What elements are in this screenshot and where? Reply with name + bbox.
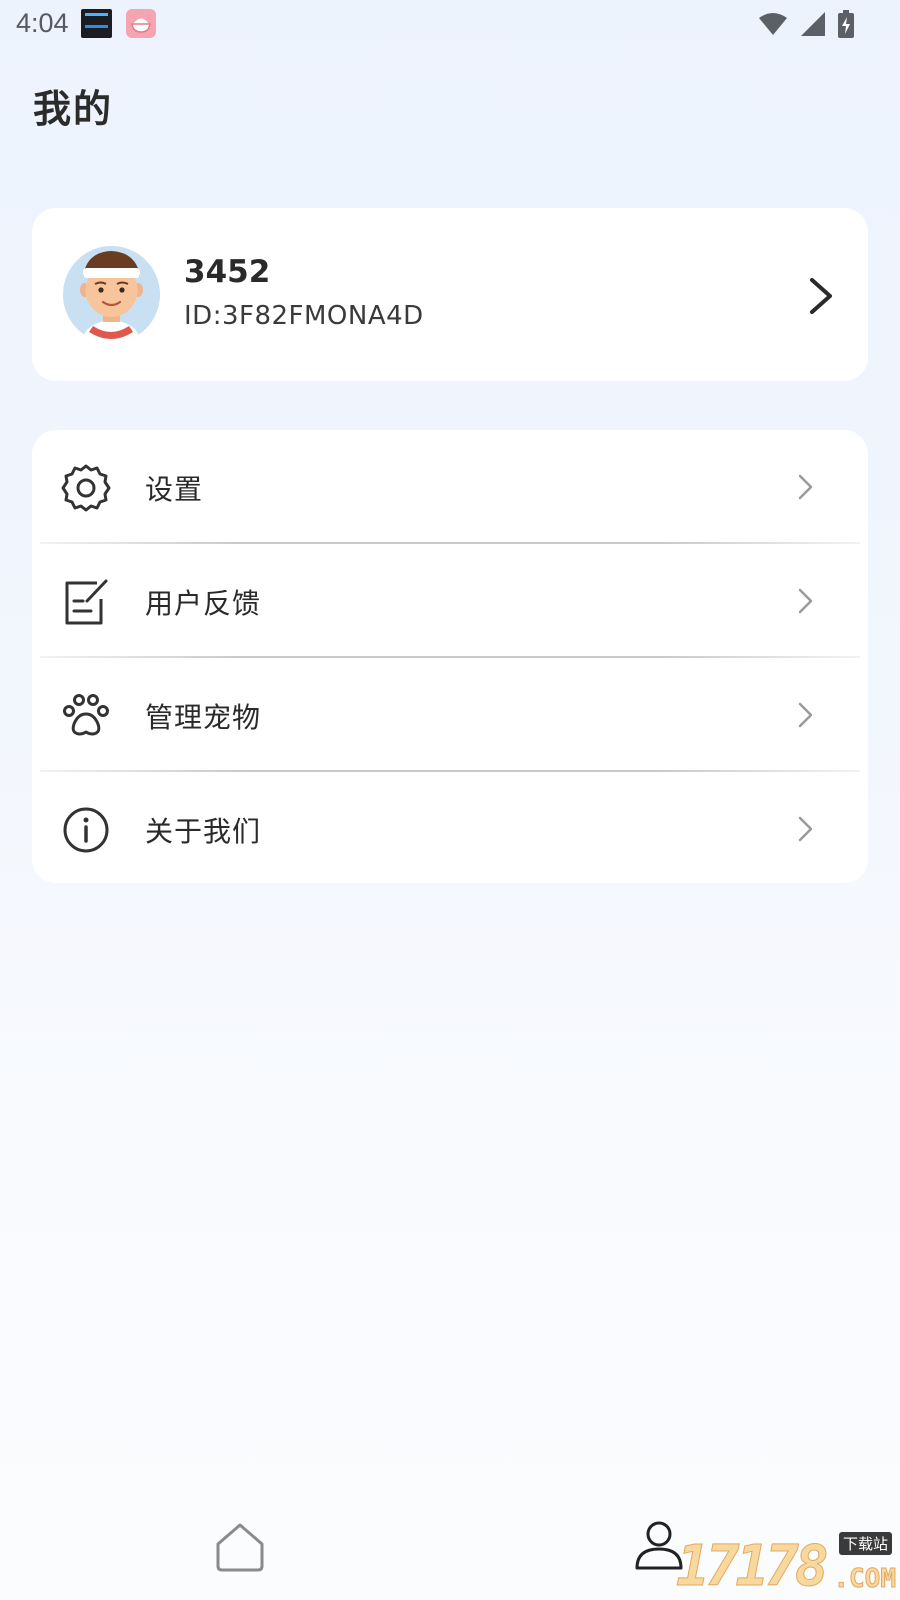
menu-item-label: 设置: [145, 473, 204, 506]
status-time: 4:04: [16, 8, 69, 38]
menu-item-feedback[interactable]: 用户反馈: [32, 544, 868, 657]
menu-card: 设置 用户反馈 管理宠物 关于我们: [32, 430, 868, 883]
watermark-badge: 下载站: [838, 1532, 892, 1555]
paw-icon: [63, 694, 109, 736]
watermark-text: 17178: [676, 1534, 830, 1600]
status-bar: 4:04: [0, 0, 900, 48]
chevron-right-icon[interactable]: [804, 274, 836, 318]
menu-item-label: 用户反馈: [145, 587, 262, 620]
rice-bowl-app-icon: [126, 9, 156, 38]
home-icon[interactable]: [214, 1522, 266, 1574]
wifi-icon: [759, 13, 787, 35]
battery-charging-icon: [838, 10, 854, 38]
feedback-edit-icon: [65, 579, 108, 625]
avatar[interactable]: [63, 246, 160, 343]
status-icons: [758, 10, 854, 38]
profile-name: 3452: [184, 254, 271, 290]
page-title: 我的: [33, 87, 114, 131]
menu-item-label: 管理宠物: [145, 701, 262, 734]
menu-item-about-us[interactable]: 关于我们: [32, 772, 868, 883]
chevron-right-icon: [798, 702, 813, 728]
gear-icon: [61, 464, 111, 512]
info-icon: [63, 807, 109, 853]
chevron-right-icon: [798, 816, 813, 842]
watermark-suffix: .COM: [833, 1564, 897, 1595]
menu-item-label: 关于我们: [145, 815, 262, 848]
site-watermark-logo: 17178 下载站 .COM: [676, 1532, 898, 1600]
profile-card[interactable]: 3452 ID:3F82FMONA4D: [32, 208, 868, 381]
menu-item-settings[interactable]: 设置: [32, 430, 868, 543]
profile-id: ID:3F82FMONA4D: [184, 301, 424, 331]
cellular-signal-icon: [801, 12, 825, 36]
menu-item-manage-pets[interactable]: 管理宠物: [32, 658, 868, 771]
chevron-right-icon: [798, 588, 813, 614]
clock-widget-app-icon: [81, 9, 112, 38]
chevron-right-icon: [798, 474, 813, 500]
